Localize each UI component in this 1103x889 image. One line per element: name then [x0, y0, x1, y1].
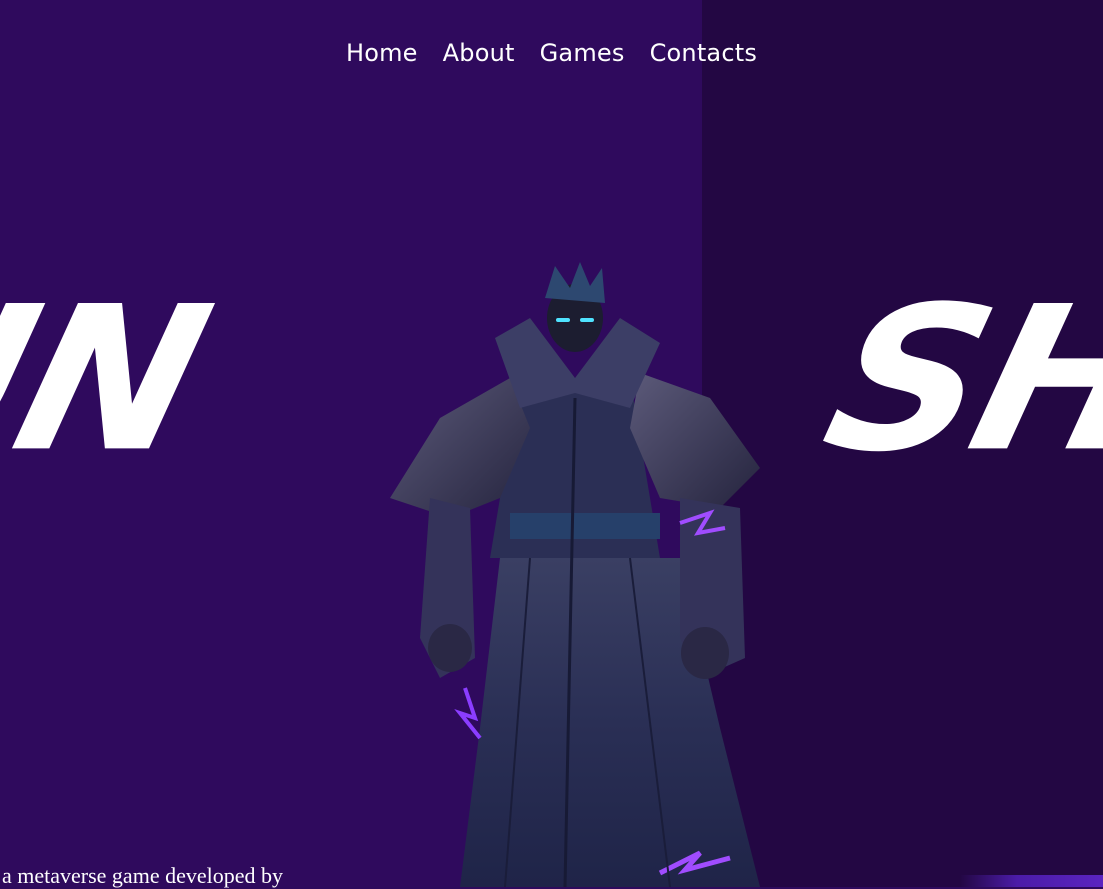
hero-title-right-fragment: SH: [806, 263, 1103, 496]
warrior-character-illustration: [390, 262, 760, 887]
main-navigation: Home About Games Contacts: [0, 36, 1103, 70]
bottom-accent-bar: [960, 875, 1103, 887]
nav-contacts-link[interactable]: Contacts: [650, 36, 757, 70]
nav-about-link[interactable]: About: [443, 36, 515, 70]
nav-games-link[interactable]: Games: [540, 36, 625, 70]
nav-home-link[interactable]: Home: [346, 36, 418, 70]
hero-tagline: a metaverse game developed by: [2, 863, 283, 888]
